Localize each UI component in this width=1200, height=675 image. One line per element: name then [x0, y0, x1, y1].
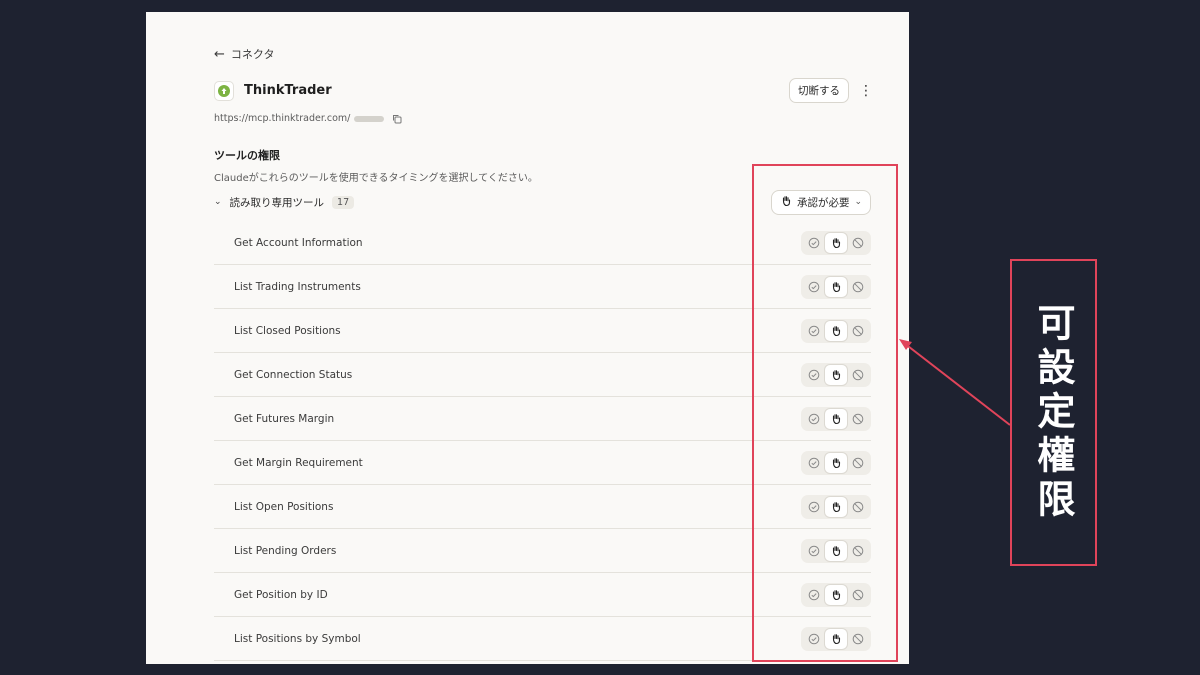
tool-name: List Pending Orders: [234, 544, 337, 557]
tool-name: Get Futures Margin: [234, 412, 335, 425]
more-vertical-icon[interactable]: ⋮: [859, 84, 873, 98]
tool-group-label: 読み取り専用ツール: [229, 196, 325, 209]
tool-count-badge: 17: [332, 195, 355, 209]
connector-brand: ThinkTrader: [214, 80, 332, 101]
annotation-label-box: 可設定權限: [1010, 259, 1097, 566]
tool-name: Get Account Information: [234, 236, 363, 249]
header-actions: 切断する ⋮: [789, 78, 873, 103]
chevron-down-icon: ⌄: [214, 197, 222, 207]
permissions-title: ツールの権限: [214, 149, 280, 162]
annotation-label: 可設定權限: [1031, 302, 1076, 523]
tool-name: List Positions by Symbol: [234, 632, 361, 645]
arrow-left-icon: ←: [214, 46, 225, 62]
permission-highlight-box: [752, 164, 898, 662]
tool-name: Get Margin Requirement: [234, 456, 363, 469]
tool-name: List Open Positions: [234, 500, 334, 513]
connector-name: ThinkTrader: [244, 83, 332, 98]
copy-icon[interactable]: [392, 114, 402, 124]
permissions-description: Claudeがこれらのツールを使用できるタイミングを選択してください。: [214, 173, 538, 184]
connector-url-row: https://mcp.thinktrader.com/: [214, 113, 402, 124]
back-link[interactable]: ← コネクタ: [214, 46, 274, 62]
disconnect-button[interactable]: 切断する: [789, 78, 849, 103]
connector-header: ThinkTrader 切断する ⋮: [214, 78, 873, 103]
thinktrader-logo-icon: [214, 80, 234, 101]
tool-name: List Closed Positions: [234, 324, 341, 337]
back-link-label: コネクタ: [230, 48, 275, 61]
tool-name: Get Position by ID: [234, 588, 328, 601]
tool-group-toggle[interactable]: ⌄ 読み取り専用ツール 17: [214, 195, 355, 210]
tool-name: List Trading Instruments: [234, 280, 361, 293]
tool-name: Get Connection Status: [234, 368, 353, 381]
url-redaction: [354, 115, 385, 122]
connector-url: https://mcp.thinktrader.com/: [214, 113, 351, 124]
